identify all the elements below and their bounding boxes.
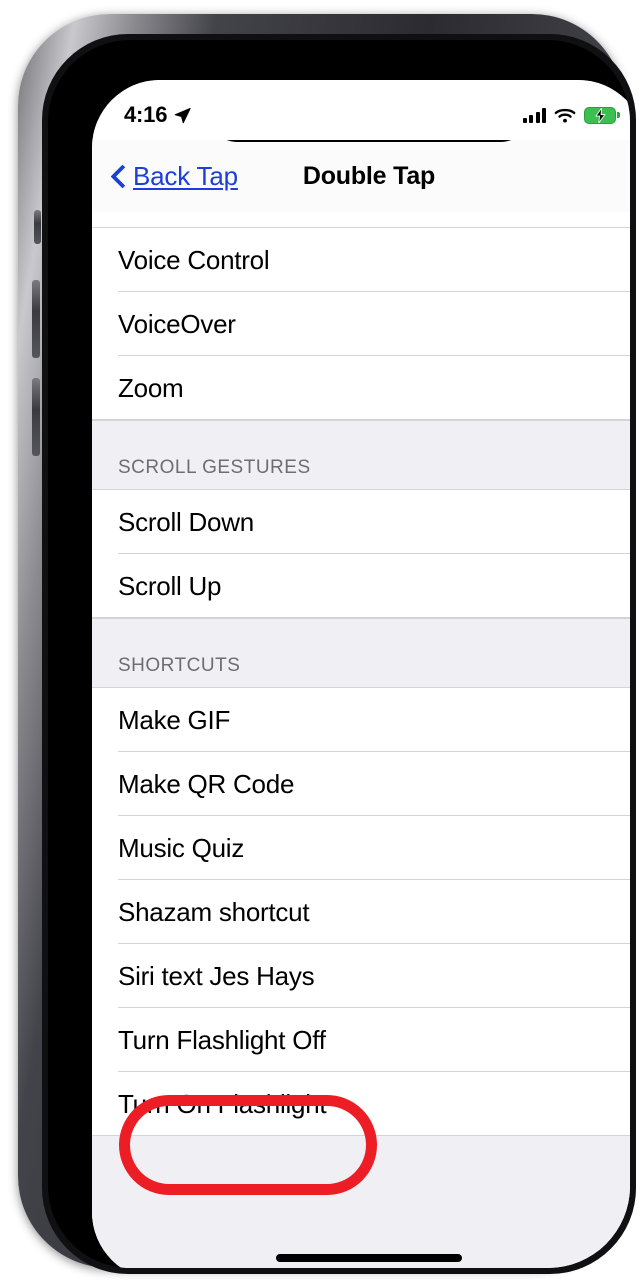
status-bar-time: 4:16 [124,102,168,127]
list-item-label: Music Quiz [118,832,245,863]
list-item-label: Make GIF [118,704,231,735]
list-item-label: Voice Control [118,244,270,275]
list-item[interactable]: Scroll Up [92,554,630,618]
phone-screen: 4:16 Back Tap Double Tap Voice Control V… [92,80,630,1268]
status-bar: 4:16 [92,80,630,140]
section-header-scroll-gestures: SCROLL GESTURES [92,420,630,490]
location-arrow-icon [174,107,191,123]
battery-charging-icon [584,106,620,124]
volume-down-button[interactable] [32,378,40,456]
chevron-left-icon [112,165,125,187]
list-item[interactable]: Shazam shortcut [92,880,630,944]
phone-bezel: 4:16 Back Tap Double Tap Voice Control V… [48,40,630,1268]
list-item[interactable]: Music Quiz [92,816,630,880]
list-item-label: VoiceOver [118,308,236,339]
list-section-top: Voice Control VoiceOver Zoom [92,228,630,420]
section-header-shortcuts: SHORTCUTS [92,618,630,688]
list-section-shortcuts: Make GIF Make QR Code Music Quiz Shazam … [92,688,630,1136]
list-item[interactable]: Scroll Down [92,490,630,554]
status-bar-left: 4:16 [124,92,192,128]
settings-list[interactable]: Voice Control VoiceOver Zoom SCROLL GEST… [92,212,630,1268]
phone-frame: 4:16 Back Tap Double Tap Voice Control V… [18,14,636,1274]
back-button-label: Back Tap [133,160,238,191]
list-item-label: Siri text Jes Hays [118,960,315,991]
partial-cut-off-row[interactable] [92,212,630,228]
list-section-scroll-gestures: Scroll Down Scroll Up [92,490,630,618]
list-item[interactable]: Zoom [92,356,630,420]
wifi-icon [554,108,576,123]
list-item-label: Turn On Flashlight [118,1088,327,1119]
mute-switch-button[interactable] [34,210,41,244]
home-indicator[interactable] [276,1254,462,1262]
list-item-label: Make QR Code [118,768,295,799]
list-item-label: Zoom [118,372,184,403]
list-item-label: Scroll Down [118,506,254,537]
back-button[interactable]: Back Tap [92,161,238,192]
list-item[interactable]: Siri text Jes Hays [92,944,630,1008]
list-item-turn-on-flashlight[interactable]: Turn On Flashlight [92,1072,630,1136]
list-item[interactable]: Make GIF [92,688,630,752]
list-bottom-spacer [92,1136,630,1256]
navigation-bar: Back Tap Double Tap [92,140,630,212]
list-item-label: Scroll Up [118,570,222,601]
cellular-signal-icon [522,107,546,123]
list-item-label: Turn Flashlight Off [118,1024,326,1055]
list-item[interactable]: Voice Control [92,228,630,292]
list-item[interactable]: VoiceOver [92,292,630,356]
list-item[interactable]: Turn Flashlight Off [92,1008,630,1072]
list-item-label: Shazam shortcut [118,896,310,927]
list-item[interactable]: Make QR Code [92,752,630,816]
section-header-label: SCROLL GESTURES [118,457,311,478]
status-bar-right [522,97,620,124]
volume-up-button[interactable] [32,280,40,358]
section-header-label: SHORTCUTS [118,655,241,676]
